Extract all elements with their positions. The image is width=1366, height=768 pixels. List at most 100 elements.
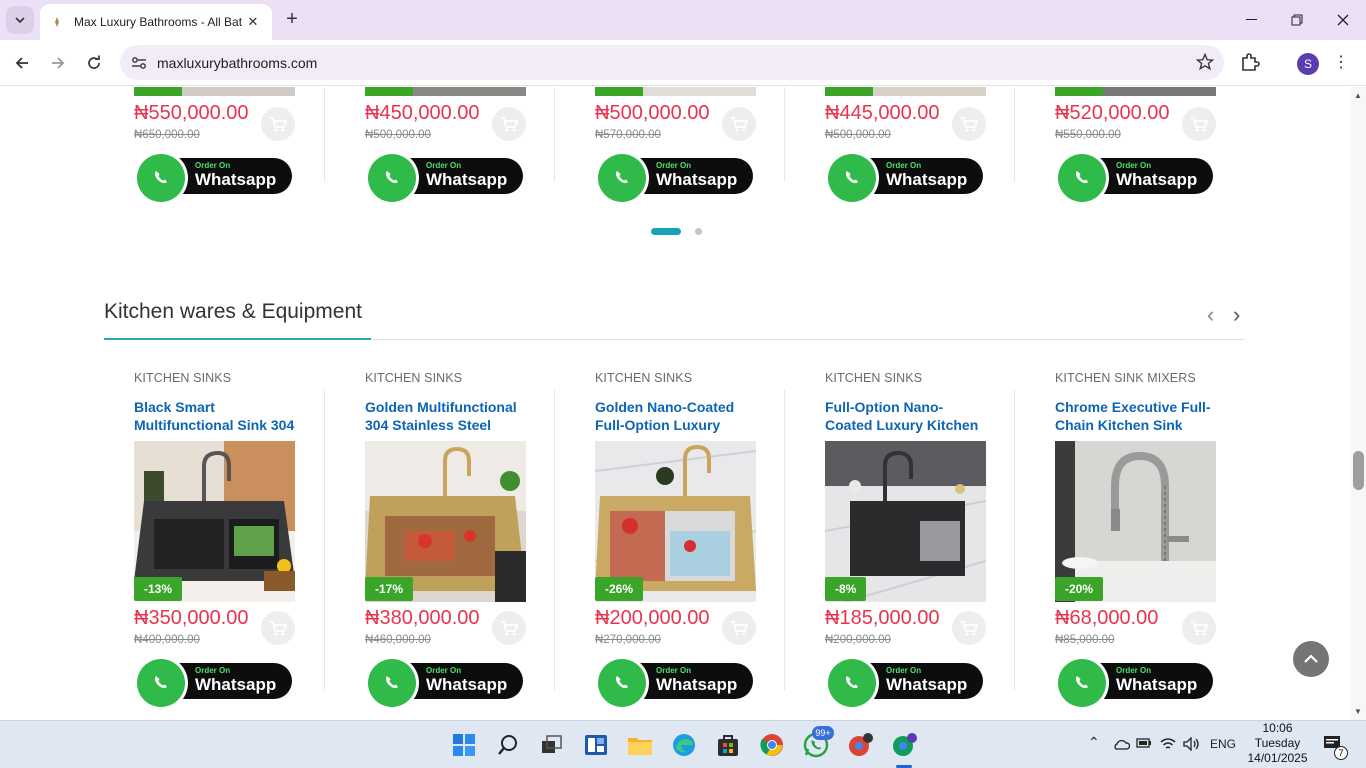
discount-badge: -17%	[365, 577, 414, 601]
add-to-cart-button[interactable]	[722, 611, 756, 645]
cart-icon	[270, 621, 287, 636]
order-whatsapp-button[interactable]: Order On Whatsapp	[595, 656, 755, 710]
volume-icon[interactable]	[1183, 736, 1201, 754]
product-card: ₦500,000.00 ₦570,000.00 Order On Whatsap…	[554, 87, 784, 205]
product-image[interactable]	[1055, 87, 1216, 96]
scroll-up-arrow-icon[interactable]: ▲	[1354, 91, 1362, 100]
input-language[interactable]: ENG	[1210, 737, 1236, 751]
whatsapp-icon	[615, 171, 628, 184]
product-name[interactable]: Black Smart Multifunctional Sink 304	[134, 398, 299, 434]
browser-menu-icon[interactable]: ⋮	[1333, 52, 1349, 72]
whatsapp-big-label: Whatsapp	[426, 170, 508, 189]
minimize-button[interactable]	[1228, 0, 1274, 40]
extensions-icon[interactable]	[1240, 52, 1260, 77]
clock-day: Tuesday	[1254, 736, 1301, 750]
add-to-cart-button[interactable]	[1182, 611, 1216, 645]
reload-button[interactable]	[79, 48, 109, 78]
scroll-to-top-button[interactable]	[1293, 641, 1329, 677]
whatsapp-small-label: Order On	[886, 666, 922, 675]
discount-badge: -26%	[595, 577, 644, 601]
product-old-price: ₦500,000.00	[825, 129, 891, 141]
product-name[interactable]: Golden Nano-Coated Full-Option Luxury	[595, 398, 760, 434]
whatsapp-big-label: Whatsapp	[426, 675, 508, 694]
product-old-price: ₦650,000.00	[134, 129, 200, 141]
product-image[interactable]	[134, 87, 295, 96]
maximize-button[interactable]	[1274, 0, 1320, 40]
order-whatsapp-button[interactable]: Order On Whatsapp	[825, 656, 985, 710]
add-to-cart-button[interactable]	[722, 107, 756, 141]
carousel-next-icon[interactable]: ›	[1233, 302, 1240, 328]
product-category[interactable]: KITCHEN SINKS	[825, 371, 922, 385]
whatsapp-icon	[1075, 171, 1088, 184]
add-to-cart-button[interactable]	[261, 107, 295, 141]
order-whatsapp-button[interactable]: Order On Whatsapp	[1055, 151, 1215, 205]
profile-avatar[interactable]: S	[1297, 53, 1319, 75]
edge-browser-icon[interactable]	[669, 730, 699, 760]
forward-button[interactable]	[43, 48, 73, 78]
order-whatsapp-button[interactable]: Order On Whatsapp	[134, 151, 294, 205]
page-scrollbar[interactable]: ▲ ▼	[1350, 87, 1366, 720]
product-image[interactable]	[825, 87, 986, 96]
add-to-cart-button[interactable]	[492, 611, 526, 645]
cart-icon	[501, 117, 518, 132]
onedrive-icon[interactable]	[1112, 737, 1131, 754]
arrow-right-icon	[52, 57, 65, 69]
add-to-cart-button[interactable]	[1182, 107, 1216, 141]
file-explorer-icon[interactable]	[625, 730, 655, 760]
product-category[interactable]: KITCHEN SINKS	[134, 371, 231, 385]
product-old-price: ₦270,000.00	[595, 634, 661, 646]
product-name[interactable]: Full-Option Nano-Coated Luxury Kitchen	[825, 398, 990, 434]
add-to-cart-button[interactable]	[952, 107, 986, 141]
battery-icon[interactable]	[1136, 737, 1152, 752]
web-page: ₦550,000.00 ₦650,000.00 Order On Whatsap…	[0, 87, 1350, 720]
product-category[interactable]: KITCHEN SINKS	[365, 371, 462, 385]
order-whatsapp-button[interactable]: Order On Whatsapp	[365, 656, 525, 710]
product-name[interactable]: Golden Multifunctional 304 Stainless Ste…	[365, 398, 530, 434]
whatsapp-icon	[1075, 676, 1088, 689]
chrome-icon[interactable]	[757, 730, 787, 760]
product-category[interactable]: KITCHEN SINK MIXERS	[1055, 371, 1196, 385]
task-view-icon[interactable]	[537, 730, 567, 760]
chevron-up-icon	[1304, 654, 1318, 663]
wifi-icon[interactable]	[1160, 737, 1176, 754]
whatsapp-small-label: Order On	[656, 161, 692, 170]
carousel-dot[interactable]	[695, 228, 702, 235]
chrome-profile-icon[interactable]	[845, 730, 875, 760]
product-image[interactable]	[365, 87, 526, 96]
close-tab-icon[interactable]: ✕	[244, 13, 262, 31]
site-info-icon[interactable]	[124, 56, 154, 70]
windows-taskbar: 99+ ⌃ ENG 10:06 Tuesday 14/01/2025 7	[0, 720, 1366, 768]
add-to-cart-button[interactable]	[492, 107, 526, 141]
order-whatsapp-button[interactable]: Order On Whatsapp	[365, 151, 525, 205]
order-whatsapp-button[interactable]: Order On Whatsapp	[134, 656, 294, 710]
widgets-icon[interactable]	[581, 730, 611, 760]
order-whatsapp-button[interactable]: Order On Whatsapp	[825, 151, 985, 205]
product-price: ₦380,000.00	[365, 607, 480, 629]
scrollbar-thumb[interactable]	[1353, 451, 1364, 490]
windows-start-icon[interactable]	[449, 730, 479, 760]
tab-search-button[interactable]	[6, 6, 34, 34]
search-icon[interactable]	[493, 730, 523, 760]
order-whatsapp-button[interactable]: Order On Whatsapp	[595, 151, 755, 205]
product-name[interactable]: Chrome Executive Full-Chain Kitchen Sink	[1055, 398, 1220, 434]
carousel-prev-icon[interactable]: ‹	[1207, 302, 1214, 328]
address-bar[interactable]: maxluxurybathrooms.com	[120, 45, 1224, 80]
add-to-cart-button[interactable]	[952, 611, 986, 645]
whatsapp-big-label: Whatsapp	[886, 170, 968, 189]
add-to-cart-button[interactable]	[261, 611, 295, 645]
chrome-active-profile-icon[interactable]	[889, 730, 919, 760]
new-tab-button[interactable]: +	[280, 8, 304, 32]
product-image[interactable]	[595, 87, 756, 96]
order-whatsapp-button[interactable]: Order On Whatsapp	[1055, 656, 1215, 710]
carousel-dot-active[interactable]	[651, 228, 681, 235]
microsoft-store-icon[interactable]	[713, 730, 743, 760]
product-category[interactable]: KITCHEN SINKS	[595, 371, 692, 385]
back-button[interactable]	[7, 48, 37, 78]
close-window-button[interactable]	[1320, 0, 1366, 40]
taskbar-clock[interactable]: 10:06 Tuesday 14/01/2025	[1240, 721, 1315, 766]
scroll-down-arrow-icon[interactable]: ▼	[1354, 707, 1362, 716]
browser-toolbar: maxluxurybathrooms.com	[0, 40, 1366, 86]
browser-tab[interactable]: Max Luxury Bathrooms - All Bat ✕	[40, 4, 272, 40]
show-hidden-icons-icon[interactable]: ⌃	[1088, 734, 1100, 751]
bookmark-star-icon[interactable]	[1195, 52, 1215, 76]
